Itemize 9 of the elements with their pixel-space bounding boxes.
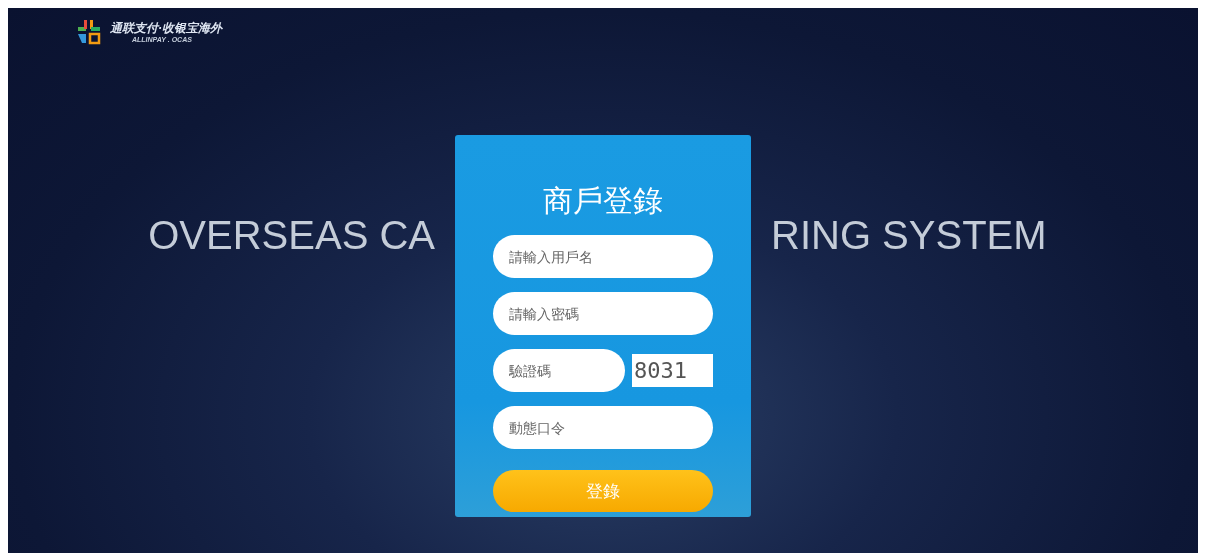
input-field[interactable]: 請輸入用戶名	[493, 235, 713, 278]
password-field[interactable]: 請輸入密碼	[493, 292, 713, 335]
captcha-field[interactable]: 驗證碼	[493, 349, 625, 392]
headline: OVERSEAS CA	[148, 213, 435, 258]
headline: RING SYSTEM	[771, 213, 1047, 258]
input-field[interactable]: 動態口令	[493, 406, 713, 449]
captcha-image[interactable]: 8031	[632, 354, 713, 387]
login-title: 商戶登錄	[543, 183, 663, 219]
logo-title: 通联支付·收银宝海外	[110, 20, 222, 35]
